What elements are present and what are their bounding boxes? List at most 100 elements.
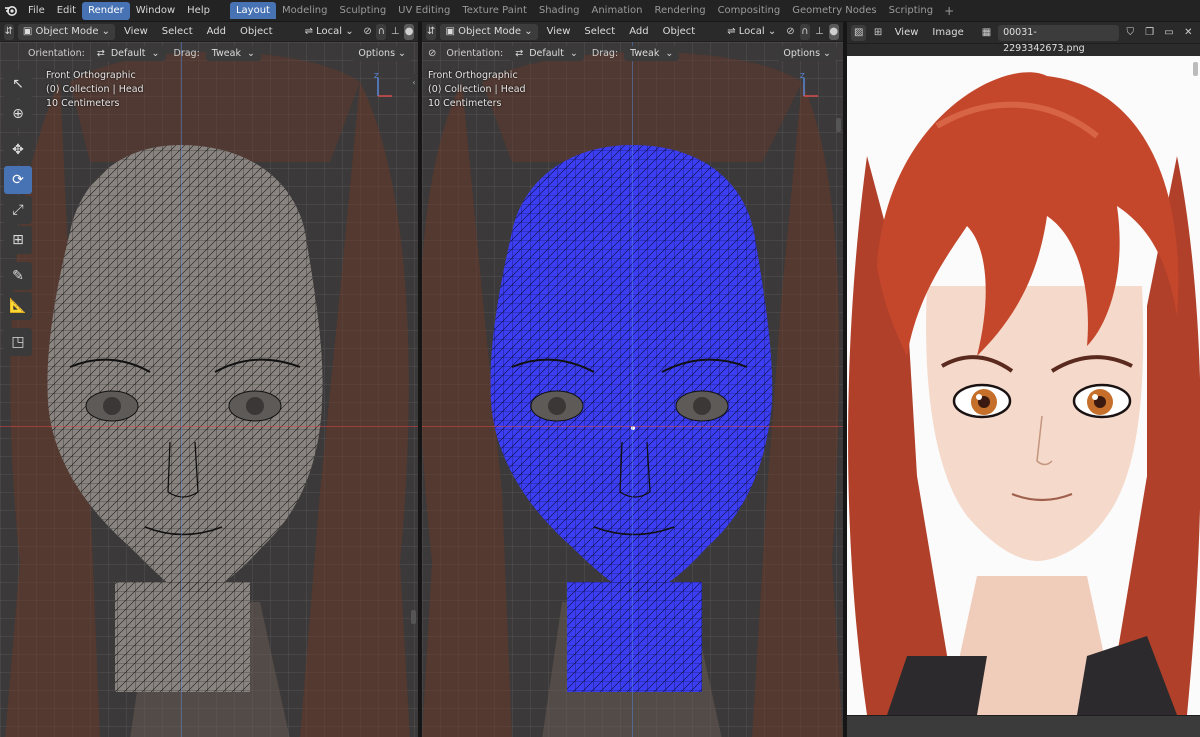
menu-select[interactable]: Select [157, 24, 198, 40]
viewport-scrollbar[interactable] [836, 118, 841, 132]
rotate-tool-icon[interactable]: ⟳ [4, 166, 32, 194]
image-editor-footer [847, 715, 1200, 737]
drag-label: Drag: [591, 47, 619, 59]
navigation-gizmo[interactable]: Z [798, 72, 822, 102]
image-editor[interactable]: ▨ ⊞ View Image ▦ 00031-2293342673.png ⛉ … [847, 22, 1200, 737]
image-scrollbar[interactable] [1193, 62, 1198, 76]
snap-target-icon[interactable]: ⊥ [814, 24, 824, 40]
transform-orientation-dropdown[interactable]: ⇌ Local ⌄ [722, 24, 781, 40]
menu-edit[interactable]: Edit [51, 2, 82, 20]
viewport-scrollbar[interactable] [411, 610, 416, 624]
tab-texture-paint[interactable]: Texture Paint [456, 2, 533, 19]
cursor-tool-icon[interactable]: ⊕ [4, 100, 32, 128]
mode-dropdown[interactable]: ▣ Object Mode ⌄ [17, 23, 116, 40]
open-image-icon[interactable]: ▭ [1161, 25, 1176, 41]
x-axis-line [0, 426, 418, 427]
pivot-icon[interactable]: ⊘ [785, 24, 795, 40]
menu-add[interactable]: Add [624, 24, 653, 40]
pivot-icon[interactable]: ⊘ [363, 24, 373, 40]
collection-name: (0) Collection | Head [428, 84, 526, 95]
orientation-label: Orientation: [28, 47, 85, 59]
viewport-right-header: ⇵ ▣ Object Mode ⌄ View Select Add Object… [422, 22, 843, 42]
view-name: Front Orthographic [46, 70, 136, 81]
tab-shading[interactable]: Shading [533, 2, 586, 19]
options-dropdown[interactable]: Options ⌄ [352, 45, 412, 61]
tab-uv-editing[interactable]: UV Editing [392, 2, 456, 19]
add-cube-tool-icon[interactable]: ◳ [4, 328, 32, 356]
tab-scripting[interactable]: Scripting [883, 2, 939, 19]
viewport-right[interactable]: ⇵ ▣ Object Mode ⌄ View Select Add Object… [422, 22, 843, 737]
menu-add[interactable]: Add [202, 24, 231, 40]
measure-tool-icon[interactable]: 📐 [4, 292, 32, 320]
tab-animation[interactable]: Animation [586, 2, 649, 19]
cube-icon: ▣ [445, 25, 459, 37]
reference-image-background [5, 52, 410, 737]
snap-target-icon[interactable]: ⊥ [390, 24, 400, 40]
chevron-down-icon: ⌄ [151, 47, 160, 59]
editor-type-icon[interactable]: ▨ [851, 24, 867, 41]
viewport-left-tool-settings: Orientation: ⇄ Default ⌄ Drag: Tweak ⌄ Opti… [0, 43, 418, 63]
orientation-dropdown[interactable]: ⇄ Default ⌄ [90, 45, 166, 61]
svg-text:Z: Z [374, 72, 379, 80]
editor-type-icon[interactable]: ⇵ [4, 23, 14, 40]
add-workspace-button[interactable]: + [939, 4, 959, 18]
svg-text:Z: Z [800, 72, 805, 80]
viewport-right-canvas[interactable]: Front Orthographic (0) Collection | Head… [422, 42, 843, 737]
menu-file[interactable]: File [22, 2, 51, 20]
viewport-info: Front Orthographic (0) Collection | Head… [428, 69, 526, 111]
new-image-icon[interactable]: ❐ [1142, 25, 1157, 41]
menu-image[interactable]: Image [927, 25, 968, 41]
blender-logo-icon[interactable] [0, 0, 22, 22]
menu-object[interactable]: Object [658, 24, 701, 40]
menu-view[interactable]: View [119, 24, 153, 40]
menu-object[interactable]: Object [235, 24, 278, 40]
snap-icon[interactable]: ∩ [376, 23, 387, 40]
anime-portrait-image [847, 56, 1200, 715]
chevron-down-icon: ⌄ [569, 47, 578, 59]
navigation-gizmo[interactable]: Z [372, 72, 396, 102]
scale-tool-icon[interactable]: ⤢ [4, 196, 32, 224]
tab-sculpting[interactable]: Sculpting [333, 2, 392, 19]
tab-geometry-nodes[interactable]: Geometry Nodes [786, 2, 882, 19]
select-box-tool-icon[interactable]: ↖ [4, 70, 32, 98]
tab-compositing[interactable]: Compositing [712, 2, 787, 19]
view-mode-icon[interactable]: ⊞ [870, 25, 885, 41]
menu-help[interactable]: Help [181, 2, 216, 20]
menu-view[interactable]: View [890, 25, 924, 41]
viewport-right-tool-settings: ⊘ Orientation: ⇄ Default ⌄ Drag: Tweak ⌄ Op… [422, 43, 843, 63]
transform-orientation-dropdown[interactable]: ⇌ Local ⌄ [300, 24, 359, 40]
menu-render[interactable]: Render [82, 1, 130, 20]
menu-window[interactable]: Window [130, 2, 181, 20]
drag-dropdown[interactable]: Tweak ⌄ [624, 45, 680, 61]
options-dropdown[interactable]: Options ⌄ [777, 45, 837, 61]
snap-icon[interactable]: ∩ [799, 23, 811, 40]
move-tool-icon[interactable]: ✥ [4, 136, 32, 164]
transform-tool-icon[interactable]: ⊞ [4, 226, 32, 254]
viewport-left-header: ⇵ ▣ Object Mode ⌄ View Select Add Object… [0, 22, 418, 42]
transform-icon: ⇌ [304, 25, 317, 37]
close-icon[interactable]: ✕ [1181, 25, 1196, 41]
proportional-edit-icon[interactable]: ● [404, 23, 415, 40]
tab-rendering[interactable]: Rendering [648, 2, 711, 19]
grid-scale: 10 Centimeters [428, 98, 502, 109]
image-canvas[interactable] [847, 56, 1200, 715]
mode-dropdown[interactable]: ▣ Object Mode ⌄ [440, 23, 538, 40]
editor-type-icon[interactable]: ⇵ [426, 23, 437, 40]
chevron-down-icon: ⌄ [665, 47, 674, 59]
annotate-tool-icon[interactable]: ✎ [4, 262, 32, 290]
fake-user-shield-icon[interactable]: ⛉ [1123, 25, 1138, 41]
image-browse-icon[interactable]: ▦ [979, 25, 994, 41]
top-bar: File Edit Render Window Help Layout Modeling S… [0, 0, 1200, 22]
image-filename-field[interactable]: 00031-2293342673.png [998, 24, 1119, 54]
orientation-dropdown[interactable]: ⇄ Default ⌄ [509, 45, 584, 61]
viewport-left-canvas[interactable]: Front Orthographic (0) Collection | Head… [0, 42, 418, 737]
proportional-edit-icon[interactable]: ● [828, 23, 839, 40]
sidebar-toggle-icon[interactable]: ‹ [410, 74, 418, 92]
grid-scale: 10 Centimeters [46, 98, 120, 109]
viewport-left[interactable]: ⇵ ▣ Object Mode ⌄ View Select Add Object… [0, 22, 418, 737]
tab-layout[interactable]: Layout [229, 2, 276, 19]
menu-view[interactable]: View [542, 24, 576, 40]
drag-dropdown[interactable]: Tweak ⌄ [205, 45, 261, 61]
menu-select[interactable]: Select [579, 24, 620, 40]
tab-modeling[interactable]: Modeling [276, 2, 334, 19]
